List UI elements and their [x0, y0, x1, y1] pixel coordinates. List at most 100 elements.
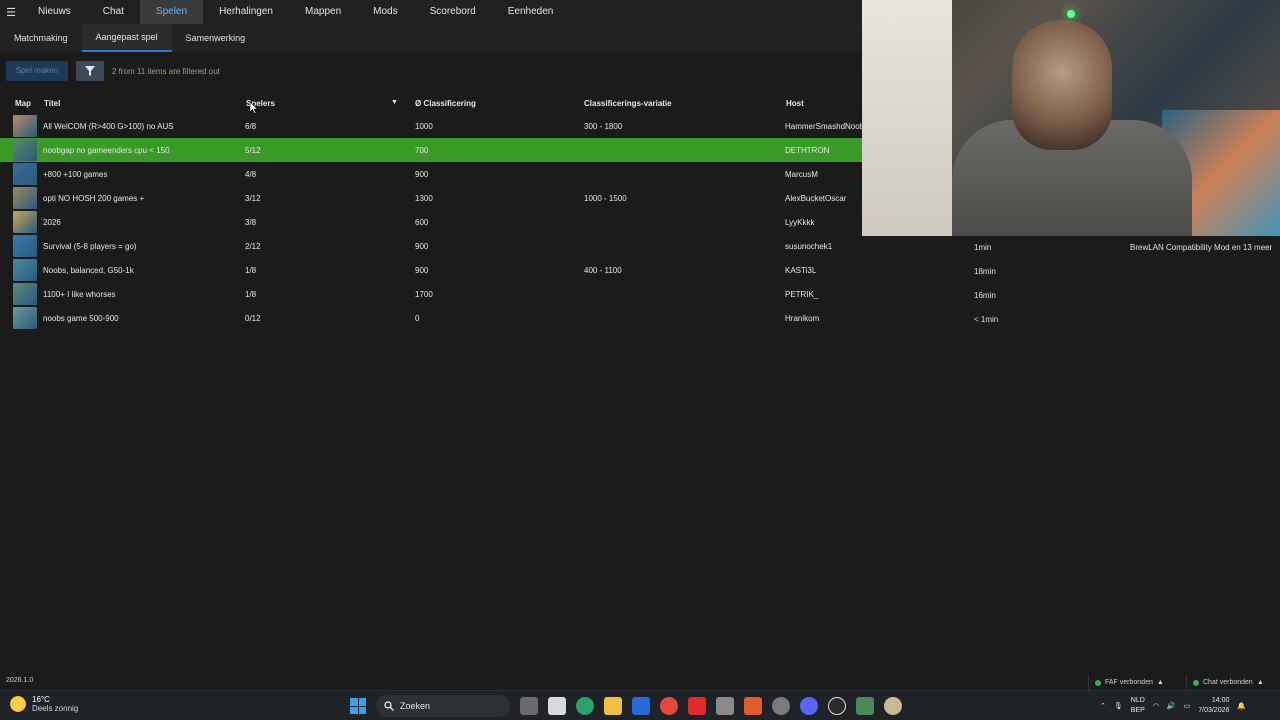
tab-chat[interactable]: Chat — [87, 0, 140, 24]
host-cell: Hranikom — [785, 314, 820, 323]
notification-bell-icon[interactable]: 🔔 — [1237, 702, 1246, 710]
tab-mods[interactable]: Mods — [357, 0, 413, 24]
chat-status-label: Chat verbonden — [1203, 679, 1253, 686]
tab-eenheden[interactable]: Eenheden — [492, 0, 570, 24]
tab-samenwerking[interactable]: Samenwerking — [172, 24, 260, 52]
discord-icon[interactable] — [800, 697, 818, 715]
cursor-icon — [249, 101, 259, 119]
map-thumbnail — [13, 187, 37, 209]
map-thumbnail — [13, 139, 37, 161]
weather-widget[interactable]: 16°C Deels zonnig — [10, 695, 78, 713]
wifi-icon[interactable]: ◠ — [1153, 702, 1159, 710]
tab-scorebord[interactable]: Scorebord — [414, 0, 492, 24]
column-header-host[interactable]: Host — [786, 99, 804, 108]
tray-overflow-chevron-icon[interactable]: ⌃ — [1100, 702, 1106, 710]
column-header-rating-variation[interactable]: Classificerings-variatie — [584, 99, 672, 108]
game-age-1: 1min — [974, 243, 992, 252]
map-thumbnail — [13, 235, 37, 257]
chrome-icon[interactable] — [660, 697, 678, 715]
game-title-cell: noobgap no gameenders cpu < 150 — [43, 146, 170, 155]
store-icon[interactable] — [548, 697, 566, 715]
webcam-overlay — [862, 0, 1280, 236]
players-cell: 0/12 — [245, 314, 261, 323]
rating-variation-cell: 300 - 1800 — [584, 122, 623, 131]
battery-icon[interactable]: ▭ — [1184, 702, 1191, 710]
rating-cell: 700 — [415, 146, 429, 155]
map-thumbnail — [13, 307, 37, 329]
table-row[interactable]: Survival (5-8 players = go) 2/12 900 susuno… — [0, 234, 862, 258]
app-icon[interactable] — [884, 697, 902, 715]
game-age-3: 16min — [974, 291, 996, 300]
host-cell: LyyKkkk — [785, 218, 815, 227]
tab-mappen[interactable]: Mappen — [289, 0, 357, 24]
faf-client-icon[interactable] — [828, 697, 846, 715]
tab-herhalingen[interactable]: Herhalingen — [203, 0, 289, 24]
chat-status-dot-icon — [1193, 679, 1199, 686]
calculator-icon[interactable] — [716, 697, 734, 715]
hamburger-menu-icon[interactable]: ☰ — [0, 0, 22, 24]
game-app-icon[interactable] — [856, 697, 874, 715]
table-row[interactable]: +800 +100 games 4/8 900 MarcusM — [0, 162, 862, 186]
settings-icon[interactable] — [772, 697, 790, 715]
players-cell: 5/12 — [245, 146, 261, 155]
column-header-rating[interactable]: Ø Classificering — [415, 99, 476, 108]
game-age-4: < 1min — [974, 315, 999, 324]
column-header-map[interactable]: Map — [15, 99, 31, 108]
edge-icon[interactable] — [576, 697, 594, 715]
table-row[interactable]: noobgap no gameenders cpu < 150 5/12 700 DE… — [0, 138, 862, 162]
host-cell: MarcusM — [785, 170, 818, 179]
microphone-icon[interactable]: 🎙 — [1114, 702, 1123, 710]
mail-icon[interactable] — [632, 697, 650, 715]
youtube-icon[interactable] — [688, 697, 706, 715]
clock[interactable]: 14:00 7/03/2026 — [1198, 696, 1229, 716]
windows-start-icon[interactable] — [350, 698, 366, 714]
system-tray: ⌃ 🎙 NLD BEP ◠ 🔊 ▭ 14:00 7/03/2026 🔔 — [1100, 695, 1246, 717]
players-cell: 3/12 — [245, 194, 261, 203]
table-row[interactable]: All WelCOM (R>400 G>100) no AUS 6/8 1000 30… — [0, 114, 864, 138]
tab-nieuws[interactable]: Nieuws — [22, 0, 87, 24]
file-explorer-icon[interactable] — [604, 697, 622, 715]
language-indicator[interactable]: NLD BEP — [1131, 696, 1145, 716]
client-status-bar: 2026.1.0 FAF verbonden ▲ Chat verbonden … — [0, 675, 1280, 690]
sort-descending-icon[interactable]: ▼ — [391, 99, 398, 106]
language-code: NLD — [1130, 697, 1145, 704]
clock-date: 7/03/2026 — [1198, 707, 1230, 714]
table-row[interactable]: noobs game 500-900 0/12 0 Hranikom — [0, 306, 862, 330]
game-title-cell: 1100+ I like whorses — [43, 290, 116, 299]
table-row[interactable]: 2026 3/8 600 LyyKkkk — [0, 210, 862, 234]
rating-cell: 1000 — [415, 122, 433, 131]
game-title-cell: noobs game 500-900 — [43, 314, 119, 323]
task-view-icon[interactable] — [520, 697, 538, 715]
column-header-title[interactable]: Titel — [44, 99, 60, 108]
rating-cell: 0 — [415, 314, 420, 323]
tab-aangepast-spel[interactable]: Aangepast spel — [81, 24, 172, 52]
chevron-up-icon: ▲ — [1156, 679, 1164, 686]
table-row[interactable]: opti NO HOSH 200 games + 3/12 1300 1000 - 1… — [0, 186, 862, 210]
players-cell: 6/8 — [245, 122, 257, 131]
create-game-button[interactable]: Spel maken — [6, 61, 68, 81]
host-cell: KASTi3L — [785, 266, 817, 275]
taskbar-search[interactable]: Zoeken — [376, 695, 510, 717]
faf-client-window: ☰ Nieuws Chat Spelen Herhalingen Mappen … — [0, 0, 1280, 690]
windows-taskbar: 16°C Deels zonnig Zoeken ⌃ 🎙 NLD BEP ◠ 🔊… — [0, 690, 1280, 720]
players-cell: 1/8 — [245, 290, 257, 299]
table-row[interactable]: Noobs, balanced, G50-1k 1/8 900 400 - 1100 K… — [0, 258, 862, 282]
tab-spelen[interactable]: Spelen — [139, 0, 204, 24]
rating-cell: 600 — [415, 218, 429, 227]
filter-button[interactable] — [76, 61, 104, 81]
map-thumbnail — [13, 283, 37, 305]
players-cell: 1/8 — [245, 266, 257, 275]
table-row[interactable]: 1100+ I like whorses 1/8 1700 PETRIK_ — [0, 282, 862, 306]
search-icon — [384, 701, 394, 711]
rating-cell: 900 — [415, 170, 429, 179]
webcam-window-light — [862, 0, 952, 236]
chat-connection-status[interactable]: Chat verbonden ▲ — [1186, 675, 1270, 690]
tab-matchmaking[interactable]: Matchmaking — [0, 24, 82, 52]
volume-icon[interactable]: 🔊 — [1167, 702, 1176, 710]
faf-connection-status[interactable]: FAF verbonden ▲ — [1088, 675, 1170, 690]
game-title-cell: +800 +100 games — [43, 170, 108, 179]
game-age-2: 18min — [974, 267, 996, 276]
weather-temperature: 16°C — [32, 695, 50, 704]
map-thumbnail — [13, 259, 37, 281]
brave-icon[interactable] — [744, 697, 762, 715]
